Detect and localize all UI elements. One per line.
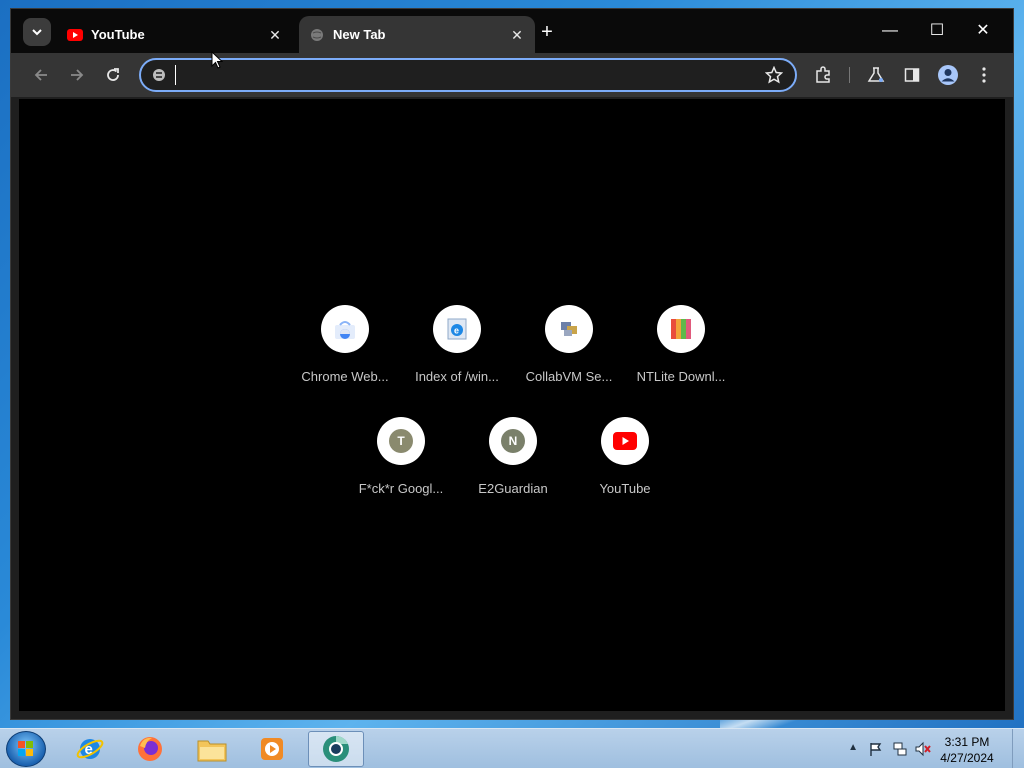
tile-icon-circle: e xyxy=(433,305,481,353)
tile-icon-circle xyxy=(657,305,705,353)
new-tab-page: Chrome Web... e Index of /win... CollabV… xyxy=(19,99,1005,711)
tile-label: Chrome Web... xyxy=(301,369,389,384)
chrome-web-store-icon xyxy=(335,321,355,339)
ntlite-icon xyxy=(671,319,691,339)
tile-label: CollabVM Se... xyxy=(525,369,613,384)
new-tab-button[interactable]: + xyxy=(537,22,557,42)
tile-label: E2Guardian xyxy=(478,481,548,496)
show-desktop-button[interactable] xyxy=(1012,729,1024,768)
taskbar-app-chrome-canary[interactable] xyxy=(308,731,364,767)
arrow-left-icon xyxy=(34,69,47,81)
tab-new-tab[interactable]: New Tab ✕ xyxy=(299,16,535,53)
extensions-button[interactable] xyxy=(811,63,835,87)
tab-close-button[interactable]: ✕ xyxy=(509,27,525,43)
toolbar-divider xyxy=(849,67,850,83)
tile-icon-circle xyxy=(601,417,649,465)
taskbar: e ▲ 3:31 PM 4/27/2024 xyxy=(0,728,1024,768)
shortcut-tile[interactable]: Chrome Web... xyxy=(289,305,401,405)
site-info-icon xyxy=(153,69,165,81)
mouse-cursor-icon xyxy=(211,51,223,69)
taskbar-app-ie[interactable]: e xyxy=(62,731,118,767)
minimize-button[interactable]: — xyxy=(875,19,905,43)
shortcut-tile[interactable]: CollabVM Se... xyxy=(513,305,625,405)
svg-text:e: e xyxy=(454,326,459,336)
reload-button[interactable] xyxy=(101,63,125,87)
side-panel-icon xyxy=(904,68,920,82)
windows-logo-icon xyxy=(18,741,33,756)
maximize-button[interactable]: ☐ xyxy=(922,19,952,43)
shortcut-tile[interactable]: NTLite Downl... xyxy=(625,305,737,405)
chevron-down-icon xyxy=(32,29,42,36)
internet-explorer-icon: e xyxy=(447,318,467,340)
clock-time: 3:31 PM xyxy=(944,735,990,749)
clock-date: 4/27/2024 xyxy=(940,751,994,765)
taskbar-app-explorer[interactable] xyxy=(184,731,240,767)
tile-icon-circle xyxy=(321,305,369,353)
reload-icon xyxy=(107,68,119,81)
tile-icon-circle: N xyxy=(489,417,537,465)
address-input[interactable] xyxy=(175,65,735,85)
letter-badge-icon: N xyxy=(501,429,525,453)
network-icon[interactable] xyxy=(892,741,908,757)
shortcut-tile[interactable]: T F*ck*r Googl... xyxy=(345,417,457,517)
collabvm-icon xyxy=(561,322,577,336)
youtube-icon xyxy=(67,27,83,43)
internet-explorer-icon: e xyxy=(76,739,104,759)
tab-search-button[interactable] xyxy=(23,18,51,46)
avatar-icon xyxy=(938,65,958,85)
shortcut-tile[interactable]: e Index of /win... xyxy=(401,305,513,405)
action-center-flag-icon[interactable] xyxy=(868,741,884,757)
start-button[interactable] xyxy=(6,731,46,767)
tile-icon-circle xyxy=(545,305,593,353)
tile-icon-circle: T xyxy=(377,417,425,465)
media-player-icon xyxy=(261,738,283,760)
clock[interactable]: 3:31 PM 4/27/2024 xyxy=(932,734,1002,766)
browser-toolbar xyxy=(11,53,1013,97)
profile-button[interactable] xyxy=(936,63,960,87)
shortcut-tile[interactable]: N E2Guardian xyxy=(457,417,569,517)
side-panel-button[interactable] xyxy=(900,63,924,87)
globe-icon xyxy=(309,27,325,43)
forward-button[interactable] xyxy=(65,63,89,87)
tile-label: YouTube xyxy=(599,481,651,496)
tab-title: YouTube xyxy=(91,27,145,42)
tab-strip: YouTube ✕ New Tab ✕ + — ☐ ✕ xyxy=(11,9,1013,53)
firefox-icon xyxy=(138,737,162,761)
taskbar-app-media-player[interactable] xyxy=(244,731,300,767)
tile-label: F*ck*r Googl... xyxy=(358,481,444,496)
back-button[interactable] xyxy=(29,63,53,87)
tile-label: NTLite Downl... xyxy=(636,369,726,384)
show-hidden-icons-button[interactable]: ▲ xyxy=(848,742,858,753)
letter-badge-icon: T xyxy=(389,429,413,453)
tab-close-button[interactable]: ✕ xyxy=(267,27,283,43)
file-explorer-icon xyxy=(197,740,227,762)
flask-icon xyxy=(867,67,885,82)
tile-label: Index of /win... xyxy=(415,369,499,384)
browser-window: YouTube ✕ New Tab ✕ + — ☐ ✕ Chrome Web..… xyxy=(10,8,1014,720)
kebab-menu-icon xyxy=(982,67,986,83)
youtube-icon xyxy=(613,432,637,450)
chrome-canary-icon xyxy=(323,736,349,762)
puzzle-icon xyxy=(816,66,830,83)
taskbar-app-firefox[interactable] xyxy=(122,731,178,767)
bookmark-star-icon[interactable] xyxy=(765,66,783,84)
close-window-button[interactable]: ✕ xyxy=(968,19,998,43)
tab-title: New Tab xyxy=(333,27,386,42)
tab-youtube[interactable]: YouTube ✕ xyxy=(57,16,293,53)
volume-muted-icon[interactable] xyxy=(914,741,932,757)
address-bar[interactable] xyxy=(139,58,797,92)
shortcut-tile[interactable]: YouTube xyxy=(569,417,681,517)
arrow-right-icon xyxy=(71,69,84,81)
labs-button[interactable] xyxy=(864,63,888,87)
menu-button[interactable] xyxy=(972,63,996,87)
